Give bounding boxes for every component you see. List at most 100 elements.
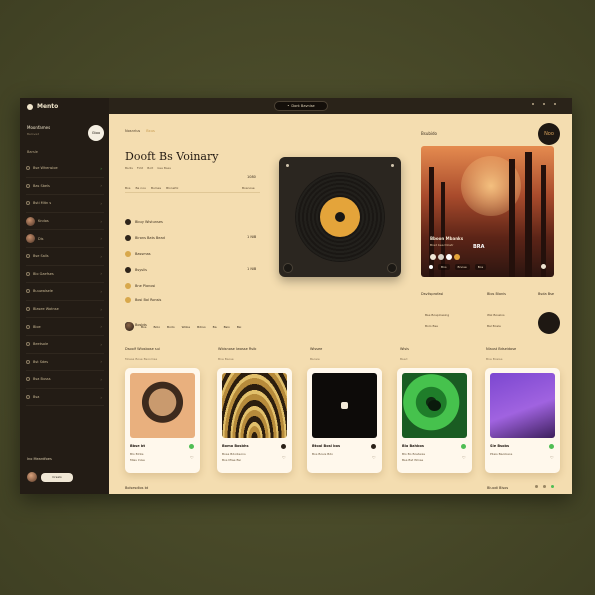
category-sub: Bsosie — [310, 357, 320, 361]
album-card[interactable]: Bomo Bosbhs Bosa Bdoibsons Bos Mlae Bsi ♡ — [217, 368, 292, 473]
sidebar-subheading: Beloved — [27, 132, 40, 136]
track-value: 1 NlB — [247, 235, 257, 239]
turntable[interactable] — [279, 157, 401, 277]
meta-item: Fldd — [136, 166, 144, 170]
sidebar-item[interactable]: Kndos › — [26, 213, 104, 231]
status-icon[interactable] — [551, 485, 554, 488]
status-icon[interactable] — [549, 444, 554, 449]
sidebar-footer[interactable]: Ino Meardfoes — [27, 457, 52, 461]
track-row[interactable]: Bsyslis — [125, 267, 147, 273]
album-art[interactable] — [222, 373, 287, 438]
status-icon[interactable] — [189, 444, 194, 449]
album-art[interactable] — [130, 373, 195, 438]
sidebar-item[interactable]: Bse Salls › — [26, 248, 104, 266]
track-row[interactable]: Bassmas — [125, 251, 151, 257]
filter-pill[interactable]: Bdrso — [197, 325, 206, 329]
sidebar-user[interactable]: Crsalo — [27, 472, 73, 482]
status-icon[interactable] — [371, 444, 376, 449]
status-icon[interactable] — [461, 444, 466, 449]
heart-icon[interactable]: ♡ — [282, 456, 286, 460]
status-icon[interactable] — [281, 444, 286, 449]
sidebar-item[interactable]: Beetsole › — [26, 336, 104, 354]
filter-pill[interactable]: Bsi — [237, 325, 241, 329]
sidebar-item[interactable]: Bst Sdes › — [26, 354, 104, 372]
track-row[interactable]: Bne Plonosi — [125, 283, 155, 289]
sidebar-item[interactable]: Bloe › — [26, 318, 104, 336]
album-card[interactable]: Bbse bt Blo Blnte Mlas Inlse ♡ — [125, 368, 200, 473]
vinyl-record[interactable] — [295, 172, 385, 262]
stats-head-item: Bsda Bse — [538, 292, 555, 296]
category-title[interactable]: Wisis — [400, 347, 409, 351]
album-art[interactable] — [402, 373, 467, 438]
filter-pill[interactable]: Bsio — [224, 325, 230, 329]
color-swatch[interactable] — [446, 254, 452, 260]
album-cover[interactable]: Bboon Mbanks Brad bea Dlostr BRA Bns Bno… — [421, 146, 554, 277]
sidebar-item[interactable]: Bas Sbels › — [26, 178, 104, 196]
track-row[interactable]: Bbuy Wistunses — [125, 219, 163, 225]
sidebar-item[interactable]: Buuwalsele › — [26, 283, 104, 301]
filter-pill[interactable]: Ba — [213, 325, 217, 329]
category-title[interactable]: Wbisnose Iwosse Rsib — [218, 347, 256, 351]
sidebar-item-label: Bsti Mitn s — [33, 201, 52, 206]
play-icon[interactable] — [429, 265, 433, 269]
filter-pill[interactable]: Bodo — [167, 325, 175, 329]
track-row[interactable]: Bosi Bol Ronsis — [125, 297, 161, 303]
heart-icon[interactable]: ♡ — [190, 456, 194, 460]
album-art[interactable] — [490, 373, 555, 438]
brand[interactable]: Mento — [27, 103, 58, 110]
minimize-icon[interactable] — [532, 103, 534, 105]
filter-pill[interactable]: Wobe — [182, 325, 190, 329]
album-card[interactable]: Sle Bsobs Pbsis Baoibaos ♡ — [485, 368, 560, 473]
search-pill[interactable]: • Dont Bavnise — [274, 101, 328, 111]
sidebar-item-label: Beetsole — [33, 342, 49, 347]
now-playing-button[interactable]: Noo — [538, 123, 560, 145]
category-title[interactable]: Nlaust Bdseidose — [486, 347, 516, 351]
cover-tag[interactable]: Bns — [438, 264, 450, 270]
album-art[interactable] — [312, 373, 377, 438]
sidebar-item[interactable]: Dis › — [26, 230, 104, 248]
play-icon[interactable] — [341, 402, 348, 409]
sidebar-circle-button[interactable]: Gtoo — [88, 125, 104, 141]
sidebar-item-label: Bse Salls — [33, 254, 49, 259]
dot-icon[interactable] — [535, 485, 538, 488]
stats-button[interactable] — [538, 312, 560, 334]
sidebar-item[interactable]: Blo Gaefses › — [26, 266, 104, 284]
speed-knob-icon[interactable] — [387, 263, 397, 273]
stats-cell: Wsl Bosslos — [487, 313, 505, 317]
sidebar-item-label: Bas Sbels — [33, 183, 50, 188]
cover-tag[interactable]: Bnose — [454, 264, 470, 270]
album-card[interactable]: Bla Bahbos Blo Bo Bostwas Bsa Bst Wlnse ♡ — [397, 368, 472, 473]
sidebar-item[interactable]: Bsa Busss › — [26, 371, 104, 389]
breadcrumb-item[interactable]: Bxus — [146, 129, 155, 133]
sidebar-item-label: Bse Whensloe — [33, 166, 58, 171]
heart-icon[interactable]: ♡ — [462, 456, 466, 460]
chevron-right-icon: › — [100, 394, 102, 400]
sidebar-item[interactable]: Bse Whensloe › — [26, 160, 104, 178]
user-pill[interactable]: Crsalo — [41, 472, 73, 482]
more-icon[interactable] — [541, 264, 546, 269]
bottom-icons — [535, 485, 554, 488]
sidebar-item[interactable]: Bsti Mitn s › — [26, 195, 104, 213]
color-swatch[interactable] — [454, 254, 460, 260]
sidebar-item[interactable]: Bsa › — [26, 389, 104, 407]
album-card[interactable]: Btoal Bosi bos Bos Bosis Bdo ♡ — [307, 368, 382, 473]
color-swatch[interactable] — [430, 254, 436, 260]
color-swatch[interactable] — [438, 254, 444, 260]
close-icon[interactable] — [554, 103, 556, 105]
filter-pill[interactable]: Bolo — [153, 325, 160, 329]
filter-pill[interactable]: Bos — [141, 325, 146, 329]
record-label — [320, 197, 360, 237]
volume-knob-icon[interactable] — [283, 263, 293, 273]
power-icon[interactable] — [286, 164, 289, 167]
maximize-icon[interactable] — [543, 103, 545, 105]
track-row[interactable]: Birons Bats Bead — [125, 235, 165, 241]
heart-icon[interactable]: ♡ — [372, 456, 376, 460]
category-title[interactable]: Wissee — [310, 347, 322, 351]
heart-icon[interactable]: ♡ — [550, 456, 554, 460]
sidebar-item[interactable]: Blasee Wotnse › — [26, 301, 104, 319]
breadcrumb-item[interactable]: Nosnrlus — [125, 129, 140, 133]
category-title[interactable]: Dsoolf Wiosbose sui — [125, 347, 160, 351]
category-sub: Bsed — [400, 357, 408, 361]
dot-icon[interactable] — [543, 485, 546, 488]
cover-tag[interactable]: Bos — [474, 264, 487, 270]
